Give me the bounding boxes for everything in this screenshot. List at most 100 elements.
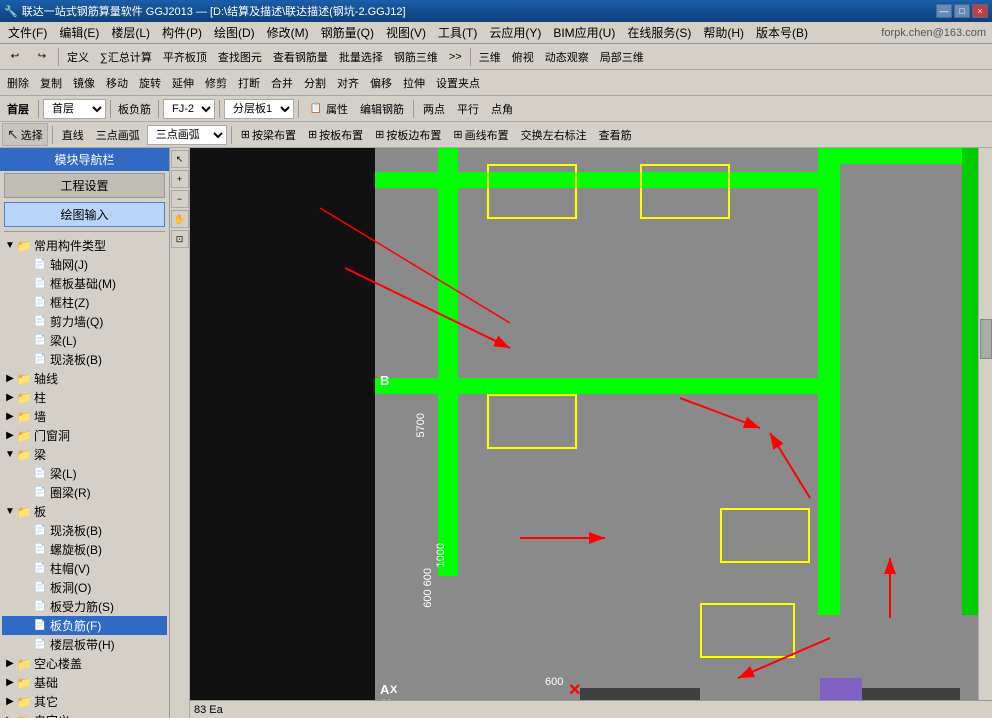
project-setup-btn[interactable]: 工程设置 [4,173,165,198]
tb-find[interactable]: 查找图元 [213,46,267,68]
tb-calc[interactable]: ∑汇总计算 [95,46,157,68]
tb-point-angle[interactable]: 点角 [486,98,518,120]
tree-item-25[interactable]: ▶📁自定义 [2,711,167,718]
tb-merge[interactable]: 合并 [266,72,298,94]
vert-pan[interactable]: ✋ [171,210,189,228]
tb-break[interactable]: 打断 [233,72,265,94]
tb-edit-steel[interactable]: 编辑钢筋 [355,98,409,120]
tb-copy[interactable]: 复制 [35,72,67,94]
menu-file[interactable]: 文件(F) [2,22,53,43]
tb-local-3d[interactable]: 局部三维 [595,46,649,68]
drawing-input-btn[interactable]: 绘图输入 [4,202,165,227]
tb-layout-slab[interactable]: ⊞ 按板布置 [303,124,368,146]
tb-align[interactable]: 对齐 [332,72,364,94]
tb-undo[interactable]: ↩ [2,46,28,68]
tb-setpoint[interactable]: 设置夹点 [431,72,485,94]
tree-item-20[interactable]: 📄板负筋(F) [2,616,167,635]
tree-item-9[interactable]: ▶📁墙 [2,407,167,426]
menu-help[interactable]: 帮助(H) [697,22,750,43]
tree-item-17[interactable]: 📄柱帽(V) [2,559,167,578]
tb-rotate[interactable]: 旋转 [134,72,166,94]
tb-arc[interactable]: 三点画弧 [91,124,145,146]
tree-item-5[interactable]: 📄梁(L) [2,331,167,350]
tree-item-21[interactable]: 📄楼层板带(H) [2,635,167,654]
tree-item-8[interactable]: ▶📁柱 [2,388,167,407]
tree-item-23[interactable]: ▶📁基础 [2,673,167,692]
menu-modify[interactable]: 修改(M) [261,22,315,43]
tree-item-14[interactable]: ▼📁板 [2,502,167,521]
tb-extend[interactable]: 延伸 [167,72,199,94]
tree-item-7[interactable]: ▶📁轴线 [2,369,167,388]
menu-version[interactable]: 版本号(B) [750,22,814,43]
tb-split[interactable]: 分割 [299,72,331,94]
arc-type-select[interactable]: 三点画弧 [147,125,227,145]
menu-draw[interactable]: 绘图(D) [208,22,261,43]
menu-bim[interactable]: BIM应用(U) [547,22,621,43]
close-button[interactable]: × [972,4,988,18]
vert-zoom-out[interactable]: − [171,190,189,208]
sublayer-select[interactable]: 分层板1 分层板2 [224,99,294,119]
tb-two-point[interactable]: 两点 [418,98,450,120]
vert-select-btn[interactable]: ↖ [171,150,189,168]
tree-item-13[interactable]: 📄圈梁(R) [2,483,167,502]
tb-layout-beam[interactable]: ⊞ 按梁布置 [236,124,301,146]
tree-item-16[interactable]: 📄螺旋板(B) [2,540,167,559]
tb-dynamic[interactable]: 动态观察 [540,46,594,68]
scrollbar-thumb[interactable] [980,319,992,359]
tree-item-10[interactable]: ▶📁门窗洞 [2,426,167,445]
tree-item-18[interactable]: 📄板洞(O) [2,578,167,597]
vert-zoom-in[interactable]: + [171,170,189,188]
tb-move[interactable]: 移动 [101,72,133,94]
tree-label-3: 框柱(Z) [50,294,89,311]
tree-item-4[interactable]: 📄剪力墙(Q) [2,312,167,331]
layer-select[interactable]: FJ-2 FJ-1 [163,99,215,119]
minimize-button[interactable]: — [936,4,952,18]
scrollbar-vertical[interactable] [978,148,992,718]
tb-3d[interactable]: 三维 [474,46,506,68]
tb-view-rebar[interactable]: 查看筋 [594,124,637,146]
tb-parallel[interactable]: 平行 [452,98,484,120]
tree-item-24[interactable]: ▶📁其它 [2,692,167,711]
tree-item-2[interactable]: 📄框板基础(M) [2,274,167,293]
menu-online[interactable]: 在线服务(S) [621,22,697,43]
menu-component[interactable]: 构件(P) [156,22,208,43]
tb-define[interactable]: 定义 [62,46,94,68]
menu-steelqty[interactable]: 钢筋量(Q) [315,22,380,43]
tb-steel-3d[interactable]: 钢筋三维 [389,46,443,68]
tb-trim[interactable]: 修剪 [200,72,232,94]
tb-line[interactable]: 直线 [57,124,89,146]
tree-item-0[interactable]: ▼📁常用构件类型 [2,236,167,255]
tb-offset[interactable]: 偏移 [365,72,397,94]
tb-redo[interactable]: ↪ [29,46,55,68]
tb-layout-edge[interactable]: ⊞ 按板边布置 [370,124,446,146]
tree-item-3[interactable]: 📄框柱(Z) [2,293,167,312]
tb-layout-line[interactable]: ⊞ 画线布置 [448,124,513,146]
tree-item-11[interactable]: ▼📁梁 [2,445,167,464]
tree-item-22[interactable]: ▶📁空心楼盖 [2,654,167,673]
tb-swap-label[interactable]: 交换左右标注 [516,124,592,146]
floor-select[interactable]: 首层 第二层 [43,99,106,119]
canvas-area[interactable]: B A 5700 600 600 1000 600 X Y ✕ [190,148,992,718]
menu-floor[interactable]: 楼层(L) [105,22,156,43]
tree-item-12[interactable]: 📄梁(L) [2,464,167,483]
tb-mirror[interactable]: 镜像 [68,72,100,94]
tree-item-19[interactable]: 📄板受力筋(S) [2,597,167,616]
tb-delete[interactable]: 删除 [2,72,34,94]
tb-batch-select[interactable]: 批量选择 [334,46,388,68]
tree-item-1[interactable]: 📄轴网(J) [2,255,167,274]
tb-select[interactable]: ↖ 选择 [2,123,48,146]
tree-item-15[interactable]: 📄现浇板(B) [2,521,167,540]
tb-view-steel[interactable]: 查看钢筋量 [268,46,333,68]
menu-cloud[interactable]: 云应用(Y) [483,22,547,43]
menu-view[interactable]: 视图(V) [380,22,432,43]
tb-top-view[interactable]: 俯视 [507,46,539,68]
tree-item-6[interactable]: 📄现浇板(B) [2,350,167,369]
vert-fit[interactable]: ⊡ [171,230,189,248]
menu-tools[interactable]: 工具(T) [432,22,483,43]
tb-prop[interactable]: 📋 属性 [303,98,353,120]
tb-flush[interactable]: 平齐板顶 [158,46,212,68]
tb-stretch[interactable]: 拉伸 [398,72,430,94]
maximize-button[interactable]: □ [954,4,970,18]
tb-more[interactable]: >> [444,48,467,66]
menu-edit[interactable]: 编辑(E) [53,22,105,43]
